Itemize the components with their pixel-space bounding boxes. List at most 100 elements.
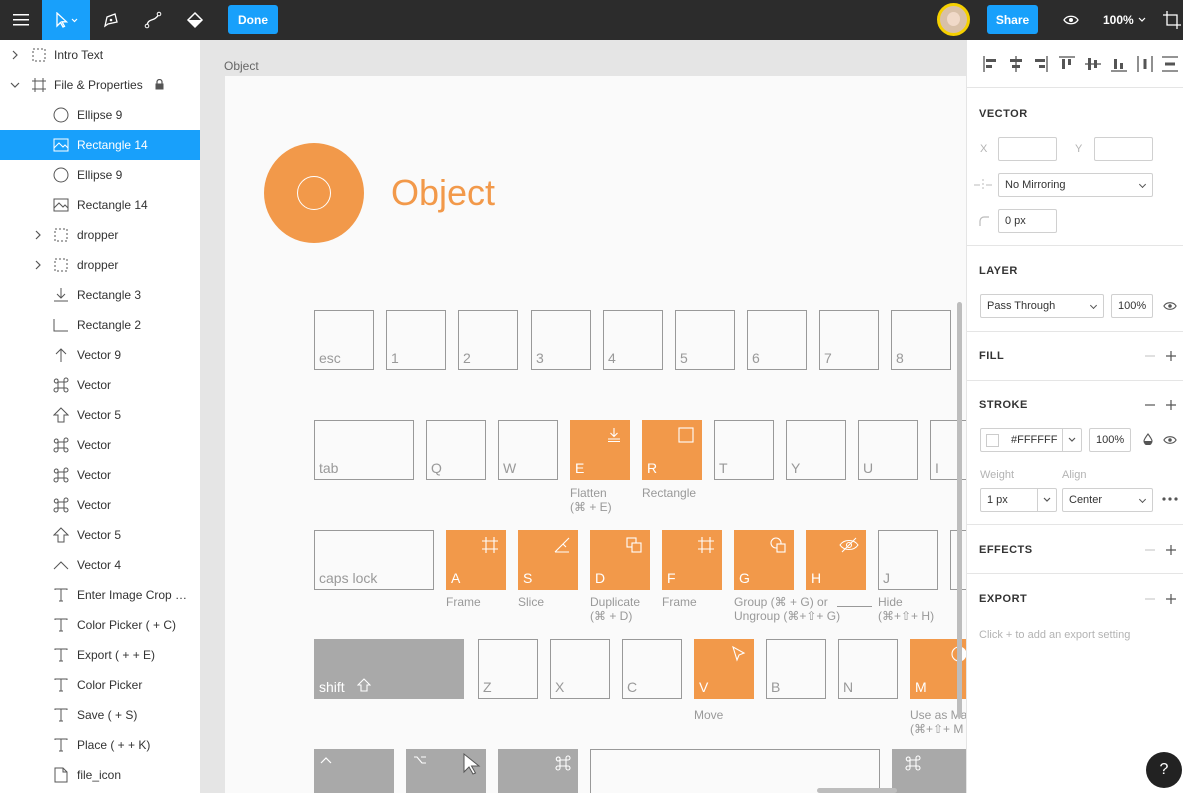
layer-row[interactable]: file_icon: [0, 760, 200, 790]
key-option[interactable]: option: [406, 749, 486, 793]
object-frame[interactable]: Object esc 1 2 3 4 5 6 7 8 tab Q W E R T…: [225, 76, 966, 793]
stroke-style-icon[interactable]: [1143, 433, 1153, 445]
key-7[interactable]: 7: [819, 310, 879, 370]
minus-icon[interactable]: [1144, 350, 1156, 362]
key-space[interactable]: [590, 749, 880, 793]
plus-icon[interactable]: [1165, 593, 1177, 605]
chevron-right-icon[interactable]: [32, 259, 44, 271]
key-6[interactable]: 6: [747, 310, 807, 370]
key-t[interactable]: T: [714, 420, 774, 480]
key-caps-lock[interactable]: caps lock: [314, 530, 434, 590]
layer-row[interactable]: dropper: [0, 220, 200, 250]
layer-row[interactable]: dropper: [0, 250, 200, 280]
align-right-icon[interactable]: [1030, 54, 1050, 74]
horizontal-scrollbar[interactable]: [817, 788, 897, 793]
key-b[interactable]: B: [766, 639, 826, 699]
layer-row[interactable]: Export ( + + E): [0, 640, 200, 670]
minus-icon[interactable]: [1144, 593, 1156, 605]
key-j[interactable]: J: [878, 530, 938, 590]
layer-row[interactable]: Rectangle 3: [0, 280, 200, 310]
key-w[interactable]: W: [498, 420, 558, 480]
stroke-align-select[interactable]: Center: [1062, 488, 1153, 512]
key-h[interactable]: H: [806, 530, 866, 590]
key-d[interactable]: D: [590, 530, 650, 590]
plus-icon[interactable]: [1165, 399, 1177, 411]
key-command-right[interactable]: command: [892, 749, 966, 793]
key-8[interactable]: 8: [891, 310, 951, 370]
key-f[interactable]: F: [662, 530, 722, 590]
more-options-icon[interactable]: [1162, 497, 1178, 501]
key-g[interactable]: G: [734, 530, 794, 590]
key-q[interactable]: Q: [426, 420, 486, 480]
stroke-color-swatch[interactable]: [986, 434, 999, 447]
layer-row[interactable]: Vector 5: [0, 520, 200, 550]
layer-row[interactable]: Ellipse 9: [0, 100, 200, 130]
key-z[interactable]: Z: [478, 639, 538, 699]
eye-icon[interactable]: [1163, 435, 1177, 445]
blend-mode-select[interactable]: Pass Through: [980, 294, 1104, 318]
layer-row[interactable]: Vector 5: [0, 400, 200, 430]
pen-tool-button[interactable]: [90, 0, 132, 40]
key-5[interactable]: 5: [675, 310, 735, 370]
preview-button[interactable]: [1056, 0, 1086, 40]
chevron-right-icon[interactable]: [9, 49, 21, 61]
key-n[interactable]: N: [838, 639, 898, 699]
layer-row[interactable]: Ellipse 9: [0, 160, 200, 190]
key-esc[interactable]: esc: [314, 310, 374, 370]
key-command[interactable]: command: [498, 749, 578, 793]
key-3[interactable]: 3: [531, 310, 591, 370]
layer-row[interactable]: Rectangle 14: [0, 190, 200, 220]
key-tab[interactable]: tab: [314, 420, 414, 480]
key-4[interactable]: 4: [603, 310, 663, 370]
corner-radius-input[interactable]: 0 px: [998, 209, 1057, 233]
zoom-dropdown[interactable]: 100%: [1103, 0, 1146, 40]
key-shift[interactable]: shift: [314, 639, 464, 699]
layer-row[interactable]: Vector 9: [0, 340, 200, 370]
distribute-vertical-icon[interactable]: [1160, 54, 1180, 74]
plus-icon[interactable]: [1165, 350, 1177, 362]
user-avatar[interactable]: [937, 3, 970, 36]
key-v[interactable]: V: [694, 639, 754, 699]
x-input[interactable]: [998, 137, 1057, 161]
mirroring-select[interactable]: No Mirroring: [998, 173, 1153, 197]
layer-opacity-input[interactable]: 100%: [1111, 294, 1153, 318]
canvas[interactable]: Object Object esc 1 2 3 4 5 6 7 8 tab Q …: [201, 40, 966, 793]
eye-icon[interactable]: [1163, 301, 1177, 311]
key-1[interactable]: 1: [386, 310, 446, 370]
layer-row[interactable]: Save ( + S): [0, 700, 200, 730]
align-center-horizontal-icon[interactable]: [1006, 54, 1026, 74]
stroke-weight-select[interactable]: 1 px: [980, 488, 1057, 512]
layer-row[interactable]: Vector: [0, 490, 200, 520]
minus-icon[interactable]: [1144, 399, 1156, 411]
layer-row[interactable]: Vector 4: [0, 550, 200, 580]
frame-tool-button[interactable]: [1160, 0, 1183, 40]
key-x[interactable]: X: [550, 639, 610, 699]
key-e[interactable]: E: [570, 420, 630, 480]
done-button[interactable]: Done: [228, 5, 278, 34]
key-u[interactable]: U: [858, 420, 918, 480]
key-r[interactable]: R: [642, 420, 702, 480]
plus-icon[interactable]: [1165, 544, 1177, 556]
layer-row[interactable]: Color Picker: [0, 670, 200, 700]
lock-icon[interactable]: [155, 78, 164, 90]
align-top-icon[interactable]: [1057, 54, 1077, 74]
share-button[interactable]: Share: [987, 5, 1038, 34]
object-title[interactable]: Object: [391, 172, 495, 214]
layer-row[interactable]: Rectangle 2: [0, 310, 200, 340]
layer-row[interactable]: Color Picker ( + C): [0, 610, 200, 640]
stroke-color-input[interactable]: #FFFFFF: [980, 428, 1082, 452]
frame-label[interactable]: Object: [224, 59, 259, 73]
bezier-tool-button[interactable]: [132, 0, 174, 40]
fill-tool-button[interactable]: [174, 0, 216, 40]
align-bottom-icon[interactable]: [1109, 54, 1129, 74]
help-button[interactable]: ?: [1146, 752, 1182, 788]
align-middle-icon[interactable]: [1083, 54, 1103, 74]
chevron-right-icon[interactable]: [32, 229, 44, 241]
layer-row[interactable]: Vector: [0, 370, 200, 400]
layer-row[interactable]: Place ( + + K): [0, 730, 200, 760]
key-s[interactable]: S: [518, 530, 578, 590]
layer-row[interactable]: Rectangle 14: [0, 130, 200, 160]
move-tool-button[interactable]: [42, 0, 90, 40]
key-c[interactable]: C: [622, 639, 682, 699]
stroke-opacity-input[interactable]: 100%: [1089, 428, 1131, 452]
